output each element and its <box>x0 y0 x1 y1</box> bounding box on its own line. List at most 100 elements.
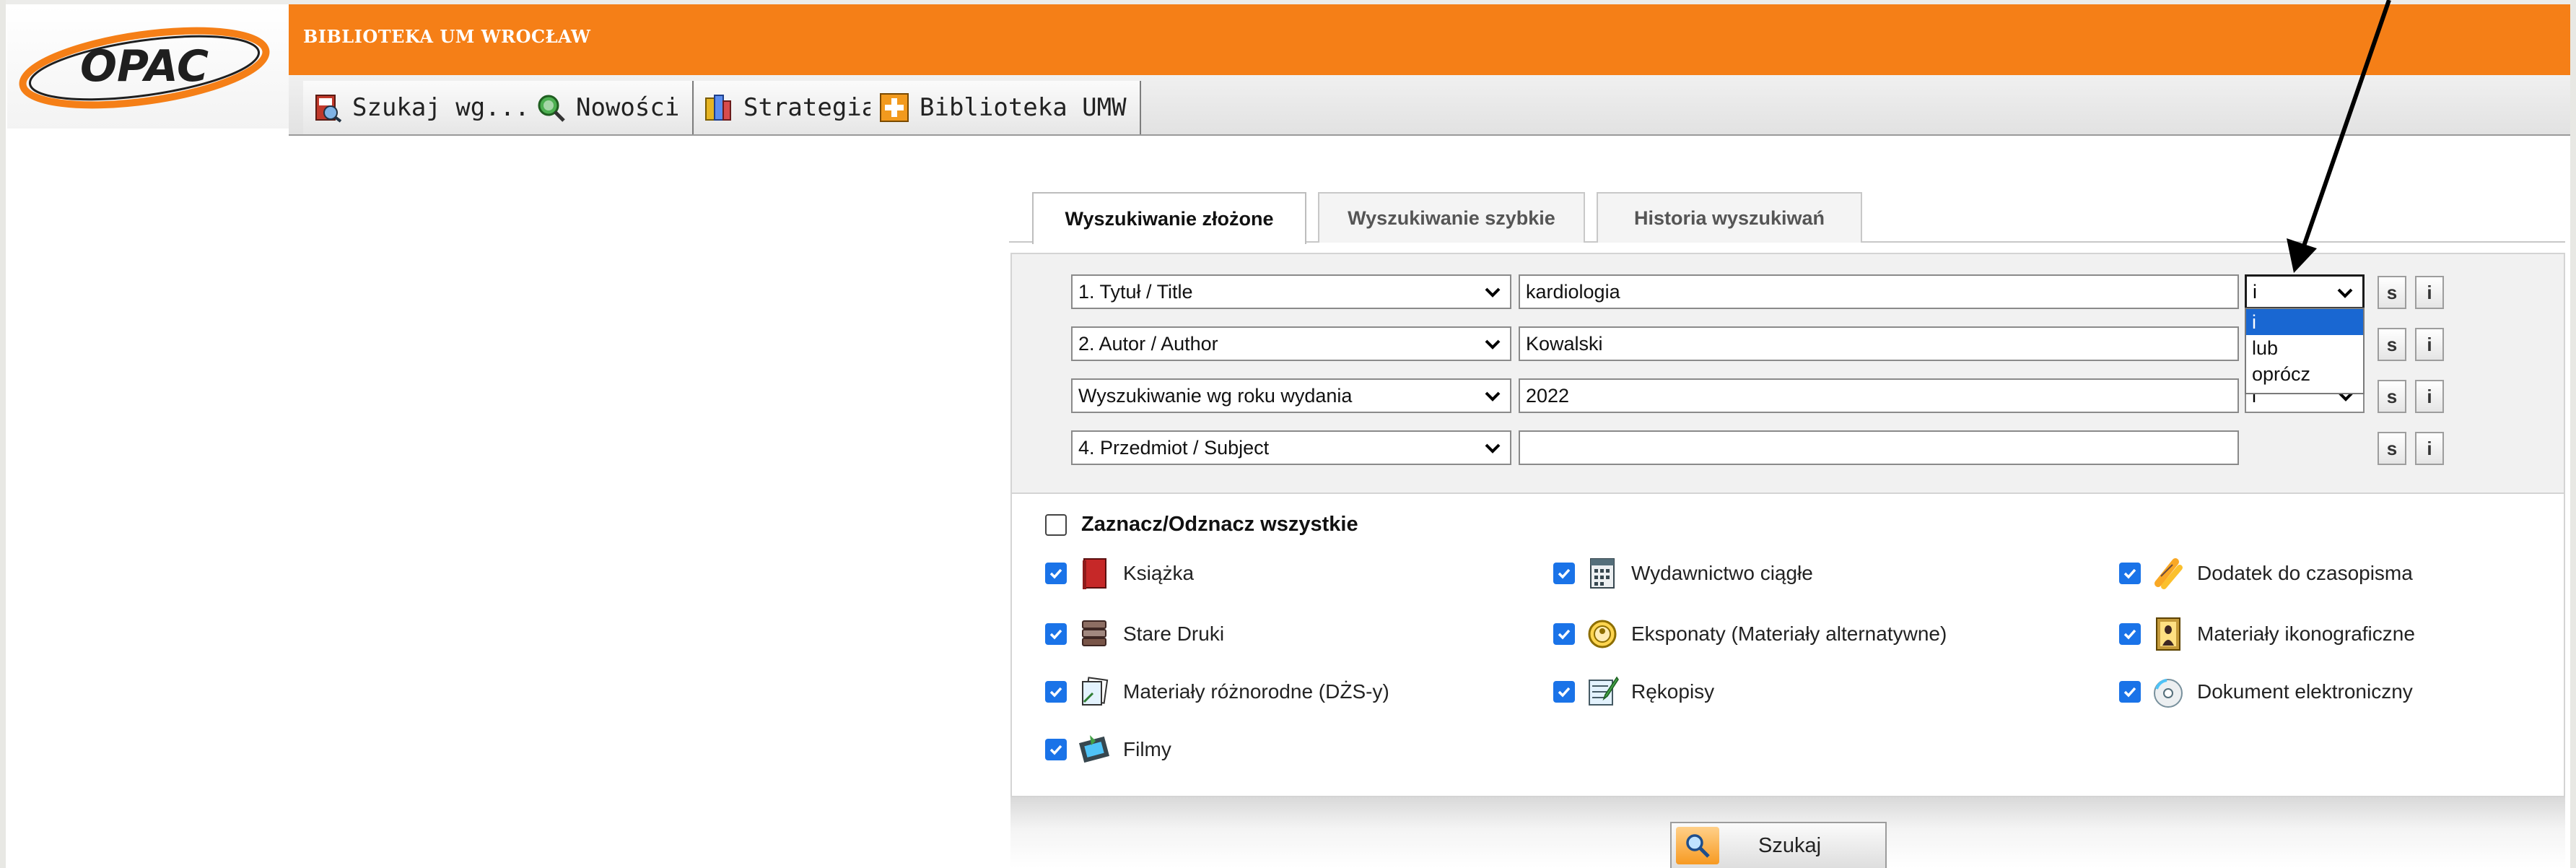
exhibit-icon <box>1588 620 1617 648</box>
tab-label: Wyszukiwanie szybkie <box>1348 207 1555 229</box>
check-all-checkbox[interactable] <box>1045 513 1067 536</box>
search-input-1[interactable] <box>1519 274 2239 309</box>
type-electronic-document[interactable]: Dokument elektroniczny <box>2119 673 2413 711</box>
field-select-1[interactable]: 1. Tytuł / Title <box>1071 274 1511 309</box>
stem-button[interactable]: s <box>2378 276 2406 309</box>
checkbox[interactable] <box>1045 739 1067 760</box>
library-name: BIBLIOTEKA UM WROCŁAW <box>303 26 591 47</box>
checkmark-icon <box>1558 687 1571 698</box>
periodical-icon <box>1590 558 1615 589</box>
menu-item-new[interactable]: Nowości <box>527 81 694 134</box>
field-select-value: Wyszukiwanie wg roku wydania <box>1078 384 1353 407</box>
checkmark-icon <box>2123 629 2136 640</box>
search-input-3[interactable] <box>1519 378 2239 413</box>
type-label: Dodatek do czasopisma <box>2197 562 2413 584</box>
menu-item-search[interactable]: Szukaj wg... <box>303 81 544 134</box>
field-select-value: 4. Przedmiot / Subject <box>1078 436 1270 459</box>
header-bar <box>289 4 2570 75</box>
type-label: Dokument elektroniczny <box>2197 680 2413 703</box>
type-magazine-supplement[interactable]: Dodatek do czasopisma <box>2119 555 2413 592</box>
checkbox[interactable] <box>2119 623 2141 645</box>
search-button[interactable]: Szukaj <box>1670 822 1887 868</box>
logo-text: OPAC <box>80 41 209 92</box>
checkmark-icon <box>1049 568 1062 579</box>
checkbox[interactable] <box>2119 563 2141 584</box>
painting-icon <box>2156 617 2180 651</box>
type-label: Stare Druki <box>1123 622 1225 645</box>
search-button-icon-wrap <box>1676 827 1719 864</box>
checkmark-icon <box>1049 629 1062 640</box>
checkmark-icon <box>1049 687 1062 698</box>
search-input-4[interactable] <box>1519 430 2239 465</box>
stem-button[interactable]: s <box>2378 432 2406 465</box>
checkbox[interactable] <box>1553 563 1575 584</box>
field-select-3[interactable]: Wyszukiwanie wg roku wydania <box>1071 378 1511 413</box>
tab-advanced-search[interactable]: Wyszukiwanie złożone <box>1032 192 1306 244</box>
menu-item-label: Nowości <box>576 93 680 122</box>
cd-icon <box>2154 679 2183 708</box>
type-misc-materials[interactable]: Materiały różnorodne (DŻS-y) <box>1045 673 1389 711</box>
type-exhibits[interactable]: Eksponaty (Materiały alternatywne) <box>1553 615 1947 653</box>
menu-item-library[interactable]: Biblioteka UMW <box>870 81 1141 134</box>
type-label: Eksponaty (Materiały alternatywne) <box>1631 622 1947 645</box>
type-label: Rękopisy <box>1631 680 1715 703</box>
tab-search-history[interactable]: Historia wyszukiwań <box>1597 192 1862 243</box>
checkbox[interactable] <box>2119 681 2141 703</box>
index-button[interactable]: i <box>2415 432 2444 465</box>
check-all-toggle[interactable]: Zaznacz/Odznacz wszystkie <box>1045 513 1358 537</box>
type-book[interactable]: Książka <box>1045 555 1194 592</box>
checkmark-icon <box>1049 745 1062 755</box>
chevron-down-icon <box>1485 391 1501 402</box>
attachment-icon <box>2154 558 2183 589</box>
opac-logo-icon: OPAC <box>19 27 270 109</box>
index-button[interactable]: i <box>2415 380 2444 413</box>
menu-item-strategy[interactable]: Strategia <box>694 81 891 134</box>
checkbox[interactable] <box>1553 623 1575 645</box>
strategy-icon <box>705 95 731 121</box>
type-label: Materiały ikonograficzne <box>2197 622 2415 645</box>
field-select-value: 1. Tytuł / Title <box>1078 280 1193 303</box>
index-button[interactable]: i <box>2415 328 2444 361</box>
operator-option-or[interactable]: lub <box>2246 335 2363 361</box>
page-edge-right <box>2570 0 2576 868</box>
stem-button[interactable]: s <box>2378 380 2406 413</box>
search-book-icon <box>315 95 342 123</box>
field-select-2[interactable]: 2. Autor / Author <box>1071 326 1511 361</box>
operator-select-1[interactable]: i <box>2245 274 2365 309</box>
type-old-prints[interactable]: Stare Druki <box>1045 615 1224 653</box>
checkbox[interactable] <box>1045 623 1067 645</box>
checkmark-icon <box>2123 687 2136 698</box>
annotation-arrow-icon <box>2287 0 2391 273</box>
type-manuscripts[interactable]: Rękopisy <box>1553 673 1714 711</box>
opac-logo[interactable]: OPAC <box>7 6 289 129</box>
type-label: Książka <box>1123 562 1195 584</box>
menu-item-label: Szukaj wg... <box>352 93 530 122</box>
chevron-down-icon <box>1485 443 1501 453</box>
magnifier-new-icon <box>538 95 565 122</box>
checkbox[interactable] <box>1045 681 1067 703</box>
page-edge-left <box>0 0 6 868</box>
index-button[interactable]: i <box>2415 276 2444 309</box>
operator-select-value: i <box>2253 280 2257 303</box>
type-label: Filmy <box>1123 738 1171 760</box>
tab-label: Wyszukiwanie złożone <box>1065 207 1274 230</box>
search-input-2[interactable] <box>1519 326 2239 361</box>
plus-icon <box>880 93 909 122</box>
operator-option-except[interactable]: oprócz <box>2246 361 2363 387</box>
operator-option-and[interactable]: i <box>2246 309 2363 335</box>
field-select-4[interactable]: 4. Przedmiot / Subject <box>1071 430 1511 465</box>
field-select-value: 2. Autor / Author <box>1078 332 1218 355</box>
tab-quick-search[interactable]: Wyszukiwanie szybkie <box>1318 192 1585 243</box>
checkbox[interactable] <box>1553 681 1575 703</box>
search-button-label: Szukaj <box>1758 833 1822 857</box>
chevron-down-icon <box>1485 339 1501 350</box>
stem-button[interactable]: s <box>2378 328 2406 361</box>
type-periodical[interactable]: Wydawnictwo ciągłe <box>1553 555 1813 592</box>
menu-item-label: Biblioteka UMW <box>920 93 1127 122</box>
type-films[interactable]: Filmy <box>1045 731 1171 768</box>
checkbox[interactable] <box>1045 563 1067 584</box>
misc-materials-icon <box>1082 677 1109 706</box>
type-iconographic[interactable]: Materiały ikonograficzne <box>2119 615 2415 653</box>
type-label: Materiały różnorodne (DŻS-y) <box>1123 680 1389 703</box>
tab-label: Historia wyszukiwań <box>1633 207 1825 229</box>
